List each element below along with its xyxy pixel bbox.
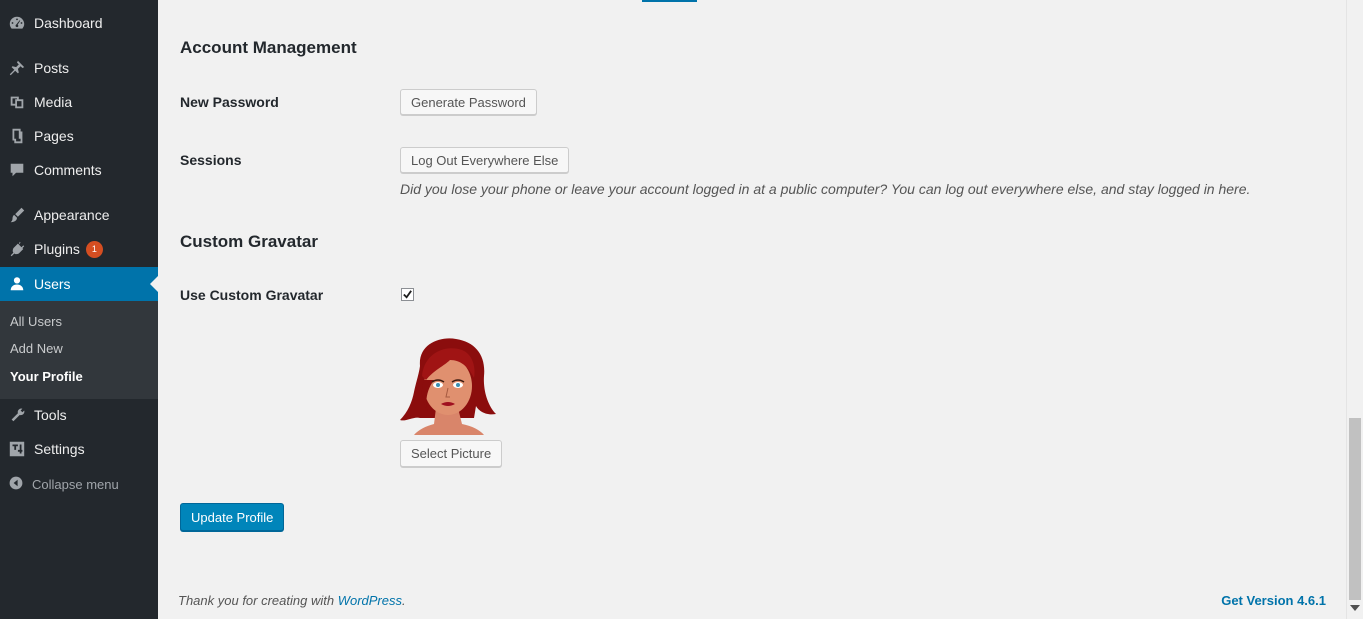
collapse-menu-button[interactable]: Collapse menu [0, 472, 158, 496]
menu-label: Posts [34, 60, 70, 76]
custom-gravatar-heading: Custom Gravatar [180, 232, 318, 251]
menu-label: Plugins [34, 241, 80, 257]
menu-label: Settings [34, 441, 85, 457]
use-custom-gravatar-label: Use Custom Gravatar [180, 287, 324, 303]
generate-password-button[interactable]: Generate Password [400, 89, 537, 115]
log-out-everywhere-button[interactable]: Log Out Everywhere Else [400, 147, 570, 173]
menu-item-comments[interactable]: Comments [0, 153, 158, 187]
get-version-link[interactable]: Get Version 4.6.1 [1221, 593, 1326, 608]
checkmark-icon [403, 290, 412, 299]
menu-item-users[interactable]: Users [0, 267, 158, 301]
wrench-icon [7, 405, 27, 425]
scrollbar-thumb[interactable] [1349, 418, 1361, 600]
dashboard-icon [7, 13, 27, 33]
footer-thanks-suffix: . [402, 593, 406, 608]
settings-icon [7, 439, 27, 459]
menu-item-appearance[interactable]: Appearance [0, 198, 158, 232]
account-management-heading: Account Management [180, 38, 357, 57]
footer-thanks-prefix: Thank you for creating with [178, 593, 338, 608]
menu-item-plugins[interactable]: Plugins 1 [0, 232, 158, 266]
menu-label: Comments [34, 162, 102, 178]
scroll-down-arrow-icon[interactable] [1350, 605, 1360, 611]
comment-icon [7, 160, 27, 180]
collapse-arrow-icon [8, 475, 26, 493]
menu-label: Tools [34, 407, 67, 423]
wordpress-link[interactable]: WordPress [338, 593, 402, 608]
use-custom-gravatar-checkbox[interactable] [401, 288, 414, 301]
menu-label: Media [34, 94, 73, 110]
menu-label: Dashboard [34, 15, 103, 31]
select-picture-button[interactable]: Select Picture [400, 440, 503, 467]
page-scrollbar[interactable] [1346, 0, 1363, 619]
cut-off-link[interactable] [642, 0, 697, 2]
profile-form: Account Management New Password Generate… [158, 0, 1346, 619]
users-submenu: All Users Add New Your Profile [0, 301, 158, 399]
collapse-label: Collapse menu [32, 476, 119, 492]
pin-icon [7, 58, 27, 78]
menu-label: Appearance [34, 207, 110, 223]
user-icon [7, 274, 27, 294]
menu-item-tools[interactable]: Tools [0, 398, 158, 432]
menu-label: Pages [34, 128, 74, 144]
media-icon [7, 92, 27, 112]
plug-icon [7, 239, 27, 259]
menu-item-media[interactable]: Media [0, 85, 158, 119]
submenu-item-add-new[interactable]: Add New [10, 341, 63, 356]
admin-sidebar: Dashboard Posts Media Pages Comments App… [0, 0, 158, 619]
update-count-badge: 1 [85, 240, 103, 258]
pages-icon [7, 126, 27, 146]
menu-item-pages[interactable]: Pages [0, 119, 158, 153]
new-password-label: New Password [180, 94, 279, 110]
menu-item-posts[interactable]: Posts [0, 51, 158, 85]
menu-item-dashboard[interactable]: Dashboard [0, 6, 158, 40]
menu-label: Users [34, 276, 71, 292]
submenu-item-your-profile[interactable]: Your Profile [10, 369, 83, 384]
sessions-label: Sessions [180, 152, 242, 168]
sessions-description: Did you lose your phone or leave your ac… [400, 181, 1251, 197]
submenu-item-all-users[interactable]: All Users [10, 314, 62, 329]
gravatar-avatar [400, 338, 496, 435]
brush-icon [7, 205, 27, 225]
footer-thanks: Thank you for creating with WordPress. [178, 593, 406, 608]
update-profile-button[interactable]: Update Profile [180, 503, 285, 531]
menu-item-settings[interactable]: Settings [0, 432, 158, 466]
